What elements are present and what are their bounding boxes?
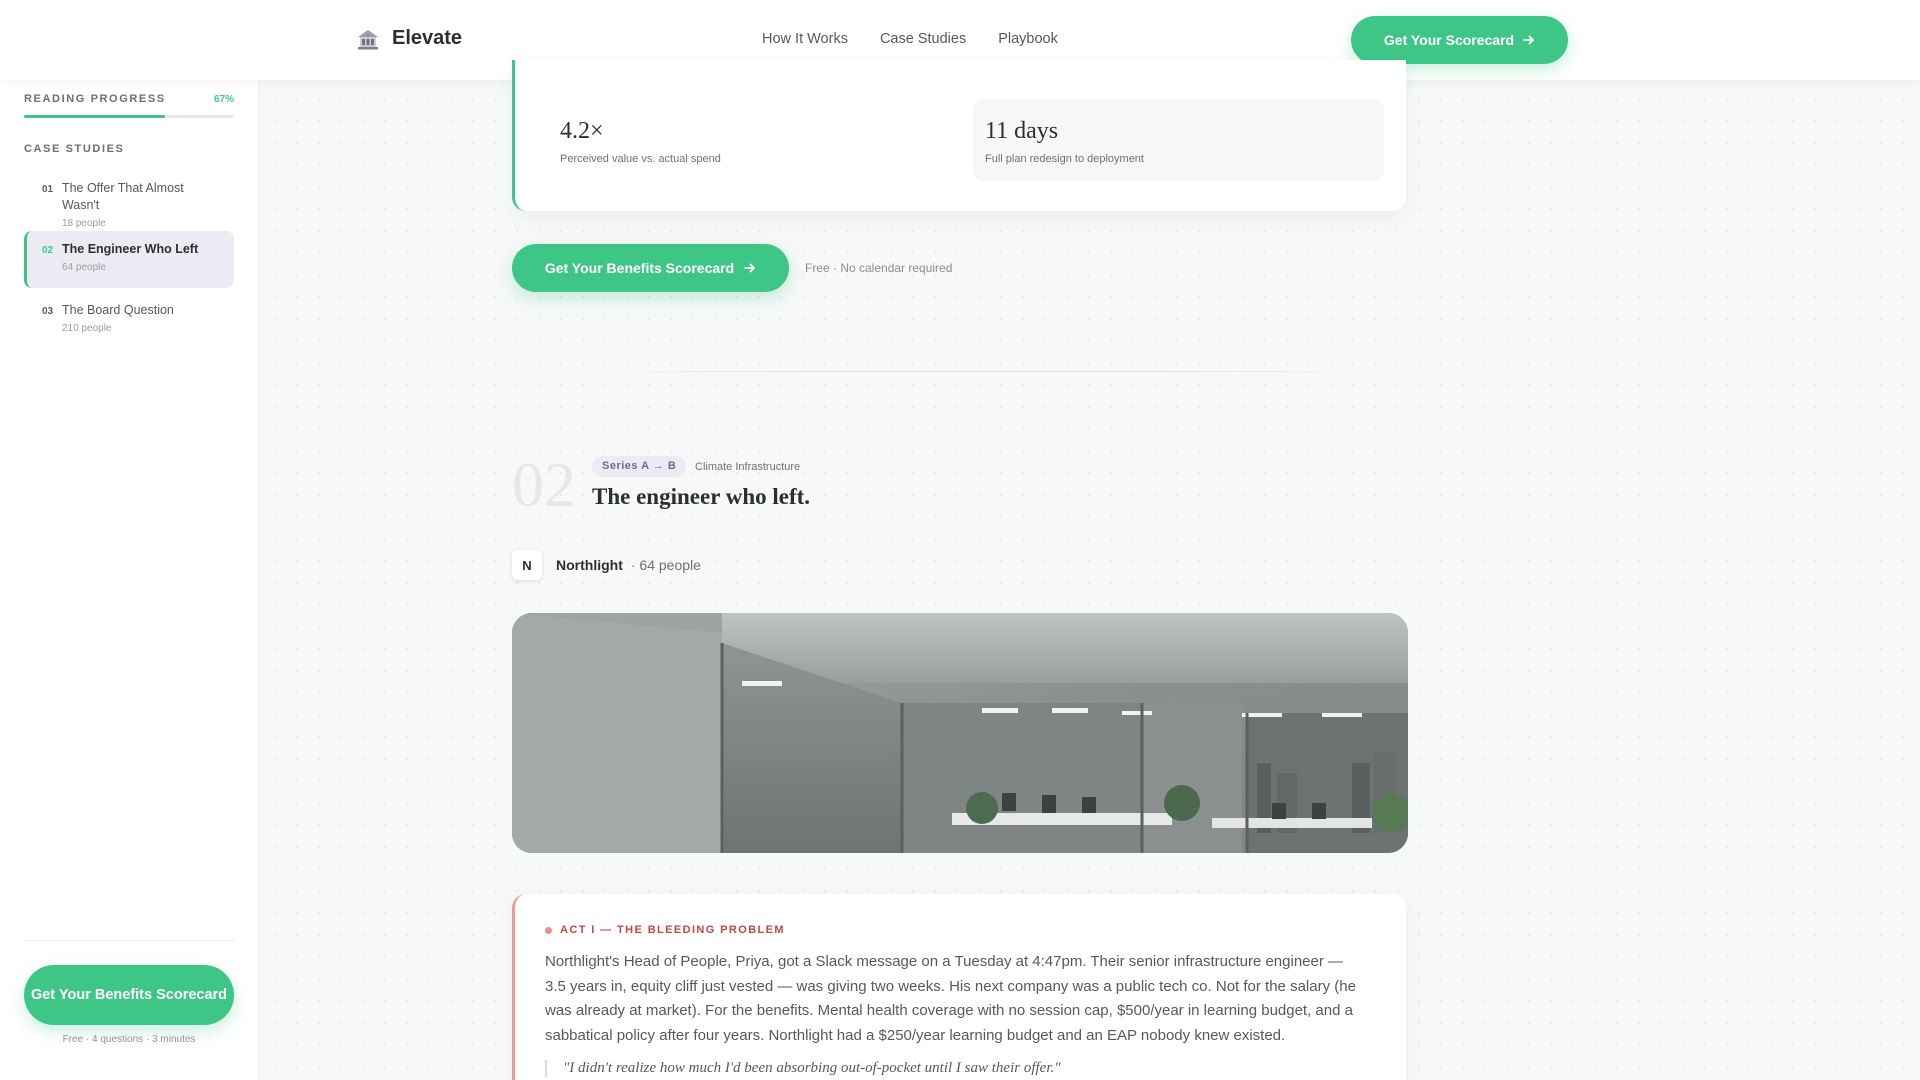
act-label: ACT I — THE BLEEDING PROBLEM: [545, 924, 785, 936]
sidebar-item-case-03[interactable]: 03 The Board Question 210 people: [24, 292, 234, 349]
reading-progress-header: READING PROGRESS 67%: [24, 93, 234, 105]
sidebar-item-title: The Offer That Almost Wasn't: [61, 181, 184, 212]
act-body-text: Northlight's Head of People, Priya, got …: [545, 953, 1356, 1044]
get-scorecard-button-label: Get Your Scorecard: [1383, 32, 1515, 48]
nav-link-how-it-works[interactable]: How It Works: [762, 31, 848, 47]
nav-link-case-studies[interactable]: Case Studies: [880, 31, 966, 47]
sidebar-scorecard-button[interactable]: Get Your Benefits Scorecard: [24, 965, 234, 1025]
act-one-card: ACT I — THE BLEEDING PROBLEM Northlight'…: [512, 894, 1406, 1080]
stat-label: Perceived value vs. actual spend: [560, 153, 721, 165]
case-title: The engineer who left.: [592, 484, 811, 509]
sidebar-item-case-01[interactable]: 01 The Offer That Almost Wasn't 18 peopl…: [24, 170, 234, 229]
case-studies-label: CASE STUDIES: [24, 143, 125, 155]
sidebar-item-meta: 18 people: [61, 218, 106, 229]
section-divider: [598, 371, 1368, 372]
arrow-right-icon: [1523, 35, 1534, 45]
sidebar-cta-note: Free · 4 questions · 3 minutes: [62, 1034, 196, 1045]
stat-value: 4.2×: [560, 118, 604, 144]
case-studies-nav: 01 The Offer That Almost Wasn't 18 peopl…: [24, 170, 234, 353]
reading-progress-fill: [24, 115, 165, 118]
act-label-text: ACT I — THE BLEEDING PROBLEM: [560, 924, 785, 936]
sidebar-item-title: The Board Question: [62, 303, 174, 317]
stat-redesign-time: 11 days Full plan redesign to deployment: [973, 99, 1384, 181]
brand-name: Elevate: [392, 27, 463, 49]
company-logo: N: [512, 550, 542, 580]
sidebar-item-number: 01: [42, 184, 54, 195]
main-nav: How It Works Case Studies Playbook: [762, 31, 1058, 47]
nav-link-playbook[interactable]: Playbook: [998, 31, 1058, 47]
company-name: Northlight: [556, 557, 623, 573]
company-info: N Northlight · 64 people: [512, 550, 701, 580]
sidebar-item-meta: 210 people: [62, 323, 112, 334]
benefits-scorecard-button[interactable]: Get Your Benefits Scorecard: [512, 244, 789, 292]
company-size: · 64 people: [630, 557, 701, 573]
sidebar-divider: [24, 940, 234, 941]
stat-value: 11 days: [985, 118, 1059, 144]
stat-label: Full plan redesign to deployment: [985, 153, 1144, 165]
funding-stage-tag: Series A → B: [592, 456, 687, 477]
sidebar: READING PROGRESS 67% CASE STUDIES 01 The…: [0, 0, 259, 1080]
sidebar-item-title: The Engineer Who Left: [62, 242, 199, 256]
cta-note: Free · No calendar required: [805, 261, 953, 275]
sidebar-item-number: 03: [42, 306, 54, 317]
stat-perceived-value: 4.2× Perceived value vs. actual spend: [550, 99, 961, 181]
brand-logo[interactable]: Elevate: [356, 27, 462, 50]
act-quote: "I didn't realize how much I'd been abso…: [545, 1060, 1061, 1077]
office-photo: [512, 613, 1408, 853]
reading-progress-bar: [24, 115, 234, 118]
sidebar-item-number: 02: [42, 245, 54, 256]
benefits-scorecard-button-label: Get Your Benefits Scorecard: [544, 260, 735, 276]
get-scorecard-button[interactable]: Get Your Scorecard: [1351, 16, 1568, 64]
case-number: 02: [512, 449, 576, 520]
sidebar-item-meta: 64 people: [62, 262, 106, 273]
reading-progress-label: READING PROGRESS: [24, 93, 166, 105]
sidebar-item-case-02[interactable]: 02 The Engineer Who Left 64 people: [24, 231, 234, 288]
reading-progress-value: 67%: [213, 93, 234, 105]
building-icon: [358, 29, 378, 49]
arrow-right-icon: [744, 263, 756, 273]
results-stats-card: 4.2× Perceived value vs. actual spend 11…: [512, 60, 1406, 211]
status-dot-icon: [545, 926, 552, 934]
industry-tag: Climate Infrastructure: [695, 461, 801, 473]
